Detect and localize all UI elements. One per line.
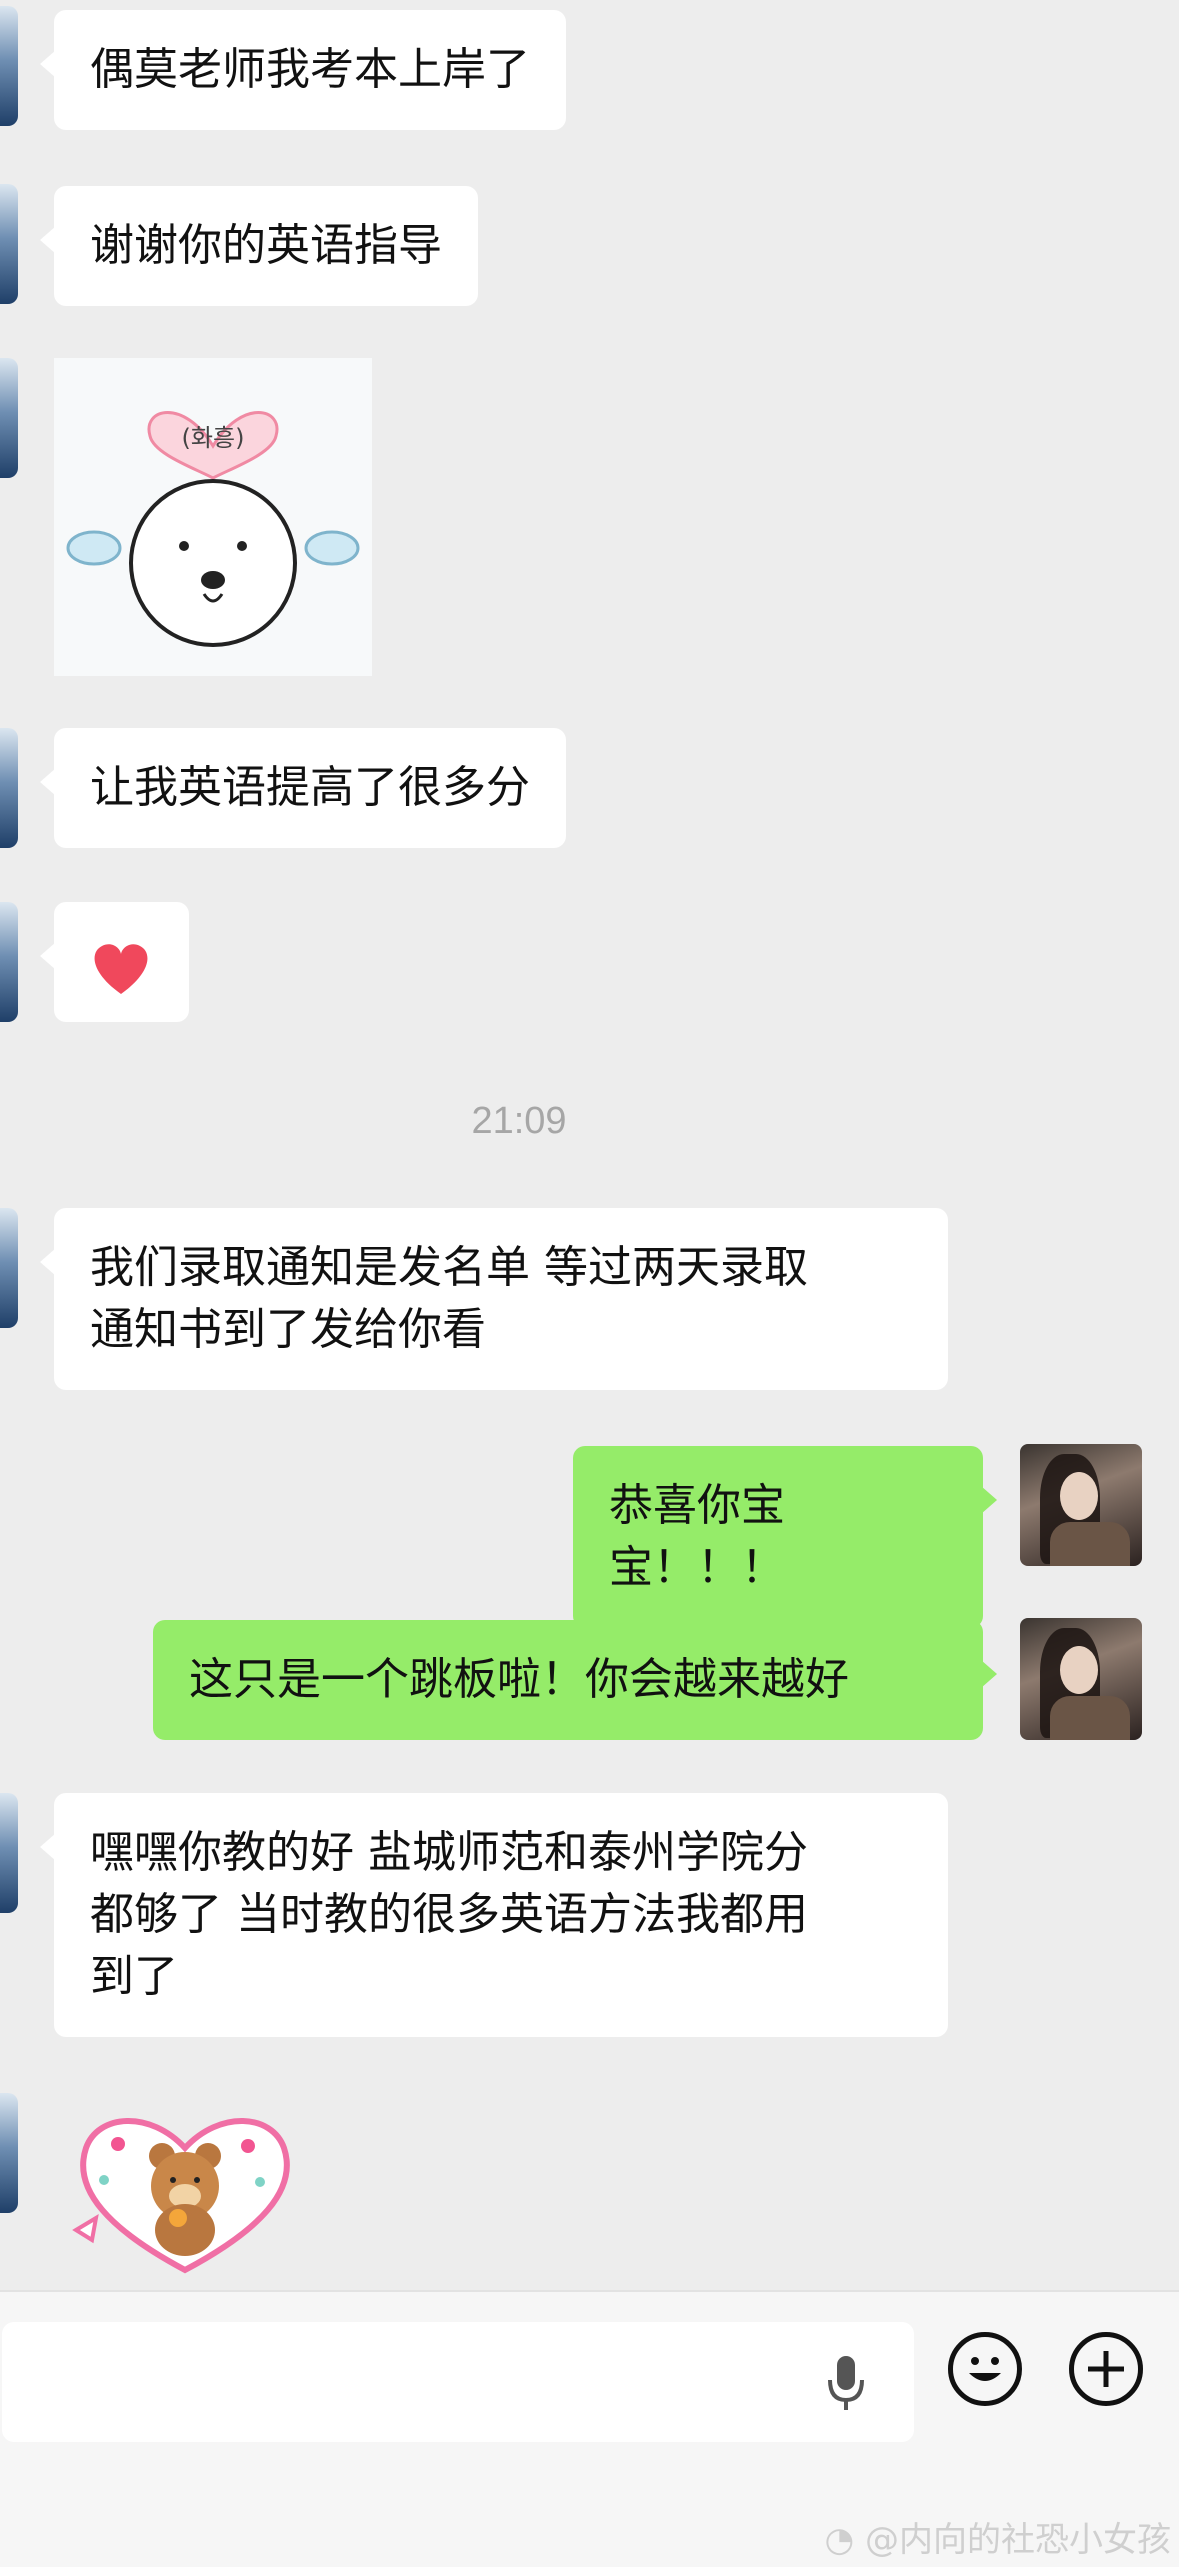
smiley-icon[interactable]: [948, 2332, 1022, 2406]
message-text: 这只是一个跳板啦！你会越来越好: [189, 1654, 849, 1705]
watermark-text: @内向的社恐小女孩: [865, 2520, 1171, 2560]
heart-icon: [94, 944, 148, 994]
message-text-line: 嘿嘿你教的好 盐城师范和泰州学院分: [90, 1827, 808, 1878]
message-bubble[interactable]: 这只是一个跳板啦！你会越来越好: [153, 1620, 997, 1740]
message-bubble[interactable]: 嘿嘿你教的好 盐城师范和泰州学院分 都够了 当时教的很多英语方法我都用 到了: [40, 1793, 948, 2037]
avatar[interactable]: [0, 6, 18, 126]
bear-heart-sticker-image: [72, 2118, 290, 2274]
avatar[interactable]: [0, 184, 18, 304]
avatar[interactable]: [1020, 1618, 1142, 1740]
watermark: ◔ @内向的社恐小女孩: [825, 2512, 1171, 2561]
message-bubble[interactable]: 让我英语提高了很多分: [40, 728, 566, 848]
bear-heart-sticker[interactable]: [70, 2100, 300, 2280]
message-text: 让我英语提高了很多分: [90, 762, 530, 813]
avatar[interactable]: [0, 1793, 18, 1913]
message-bubble[interactable]: 恭喜你宝宝！！！: [573, 1446, 997, 1628]
microphone-icon[interactable]: [826, 2354, 866, 2414]
avatar[interactable]: [0, 2093, 18, 2213]
message-input[interactable]: [2, 2322, 914, 2442]
timestamp: 21:09: [471, 1100, 567, 1142]
message-text-line: 通知书到了发给你看: [90, 1304, 486, 1355]
message-bubble[interactable]: 谢谢你的英语指导: [40, 186, 478, 306]
message-text-line: 我们录取通知是发名单 等过两天录取: [90, 1242, 808, 1293]
message-text: 恭喜你宝宝！！！: [609, 1480, 785, 1593]
message-text: 谢谢你的英语指导: [90, 220, 442, 271]
message-bubble[interactable]: 我们录取通知是发名单 等过两天录取 通知书到了发给你看: [40, 1208, 948, 1390]
message-text-line: 都够了 当时教的很多英语方法我都用: [90, 1889, 808, 1940]
avatar[interactable]: [1020, 1444, 1142, 1566]
emoji-bubble[interactable]: [40, 902, 189, 1022]
message-bubble[interactable]: 偶莫老师我考本上岸了: [40, 10, 566, 130]
sticker-caption: (화흥): [182, 424, 245, 452]
message-text: 偶莫老师我考本上岸了: [90, 44, 530, 95]
avatar[interactable]: [0, 728, 18, 848]
avatar[interactable]: [0, 1208, 18, 1328]
plus-icon[interactable]: [1069, 2332, 1143, 2406]
message-text-line: 到了: [90, 1951, 178, 2002]
dog-sticker[interactable]: (화흥): [54, 358, 372, 676]
avatar[interactable]: [0, 358, 18, 478]
avatar[interactable]: [0, 902, 18, 1022]
dog-sticker-image: (화흥): [66, 411, 360, 647]
weibo-logo-icon: ◔: [824, 2520, 855, 2560]
